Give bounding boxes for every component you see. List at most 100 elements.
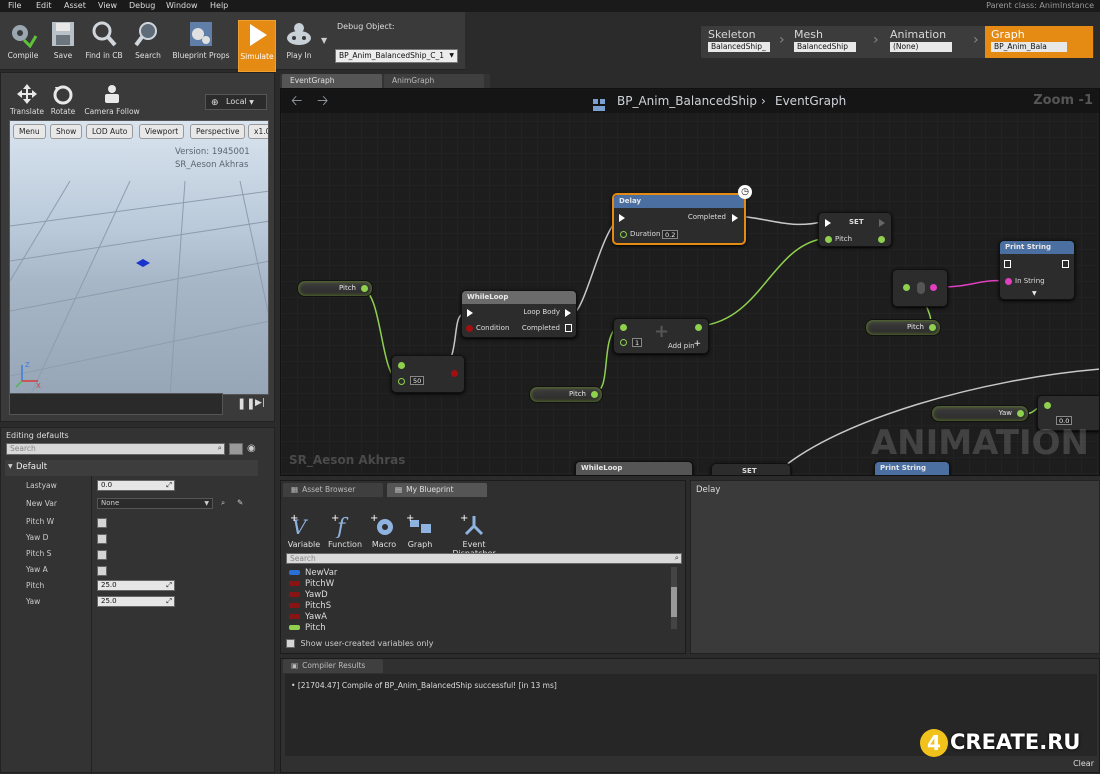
list-item[interactable]: PitchW	[289, 579, 334, 589]
output-pin[interactable]	[695, 324, 702, 331]
delay-node[interactable]: Delay Completed Duration 0.2 ◷	[612, 185, 752, 245]
pitch-input-pin[interactable]	[825, 236, 832, 243]
viewport-lod-button[interactable]: LOD Auto	[86, 124, 134, 139]
pitchw-checkbox[interactable]	[97, 518, 107, 528]
loop-body-pin[interactable]	[565, 309, 571, 317]
exec-input-pin[interactable]	[825, 219, 831, 227]
search-icon[interactable]: ⌕	[221, 498, 225, 508]
duration-field[interactable]: 0.2	[662, 230, 679, 239]
clear-button[interactable]: Clear	[1073, 759, 1094, 768]
back-arrow-icon[interactable]: 🡠	[291, 89, 302, 113]
bool-output-pin[interactable]	[451, 370, 458, 377]
search-button[interactable]: Search	[130, 20, 166, 72]
input-pin[interactable]	[398, 378, 405, 385]
blueprint-graph-canvas[interactable]: 🡠 🡢 BP_Anim_BalancedShip › EventGraph Zo…	[280, 88, 1100, 476]
step-forward-icon[interactable]: ▶|	[255, 398, 265, 408]
save-button[interactable]: Save	[46, 20, 80, 72]
rotate-tool[interactable]: Rotate	[49, 83, 77, 116]
tab-eventgraph[interactable]: EventGraph	[282, 74, 382, 88]
tab-compiler-results[interactable]: ▣ Compiler Results	[283, 659, 383, 673]
camera-follow-tool[interactable]: Camera Follow	[83, 83, 141, 116]
yaw-field[interactable]: 25.0 ⤢	[97, 596, 175, 607]
viewport-type-button[interactable]: Viewport	[139, 124, 185, 139]
whileloop-node-partial[interactable]: WhileLoop	[575, 461, 693, 475]
tab-my-blueprint[interactable]: ▤ My Blueprint	[387, 483, 487, 497]
add-value-field[interactable]: 1	[632, 338, 643, 347]
input-pin[interactable]	[620, 324, 627, 331]
menu-window[interactable]: Window	[166, 0, 198, 11]
variable-list-scrollbar[interactable]	[671, 567, 677, 629]
compile-button[interactable]: Compile	[4, 20, 42, 72]
menu-edit[interactable]: Edit	[36, 0, 52, 11]
pitch-field[interactable]: 25.0 ⤢	[97, 580, 175, 591]
exec-output-pin[interactable]	[1062, 260, 1069, 268]
graph-blueprint-name[interactable]: BP_Anim_BalancedShip	[617, 89, 757, 113]
exec-input-pin[interactable]	[467, 309, 473, 317]
pitch-output-pin[interactable]	[878, 236, 885, 243]
eyedropper-icon[interactable]: ✎	[237, 498, 243, 507]
completed-pin[interactable]	[732, 214, 738, 222]
get-pitch-node[interactable]: Pitch	[865, 319, 941, 336]
viewport-menu-button[interactable]: Menu	[13, 124, 46, 139]
add-graph-button[interactable]: + Graph	[405, 512, 435, 549]
mode-mesh[interactable]: Mesh BalancedShip	[788, 26, 874, 58]
list-item[interactable]: Pitch	[289, 623, 326, 633]
whileloop-node[interactable]: WhileLoop Condition Loop Body Completed	[461, 290, 577, 338]
list-item[interactable]: YawD	[289, 590, 328, 600]
menu-file[interactable]: File	[8, 0, 21, 11]
viewport-perspective-button[interactable]: Perspective	[190, 124, 246, 139]
input-pin[interactable]	[1044, 402, 1051, 409]
checkbox[interactable]	[286, 639, 295, 648]
input-pin[interactable]	[903, 284, 910, 291]
tab-asset-browser[interactable]: ▦ Asset Browser	[283, 483, 383, 497]
exec-output-pin[interactable]	[879, 219, 885, 227]
viewport-show-button[interactable]: Show	[50, 124, 83, 139]
get-pitch-node[interactable]: Pitch	[297, 280, 373, 297]
add-macro-button[interactable]: + Macro	[369, 512, 399, 549]
mode-animation[interactable]: Animation (None)	[884, 26, 980, 58]
debug-object-select[interactable]: BP_Anim_BalancedShip_C_1 ▼	[335, 49, 458, 63]
output-pin[interactable]	[1017, 410, 1024, 417]
add-function-button[interactable]: f + Function	[327, 512, 363, 549]
get-yaw-node[interactable]: Yaw	[931, 405, 1029, 422]
play-in-button[interactable]: Play In	[280, 20, 318, 72]
show-user-variables-toggle[interactable]: Show user-created variables only	[286, 639, 433, 648]
menu-asset[interactable]: Asset	[64, 0, 86, 11]
list-item[interactable]: PitchS	[289, 601, 331, 611]
add-event-dispatcher-button[interactable]: + Event Dispatcher	[441, 512, 507, 558]
find-in-cb-button[interactable]: Find in CB	[82, 20, 126, 72]
output-pin[interactable]	[591, 391, 598, 398]
in-string-pin[interactable]	[1005, 278, 1012, 285]
tab-animgraph[interactable]: AnimGraph	[384, 74, 484, 88]
viewport-speed-button[interactable]: x1.0	[248, 124, 268, 139]
conversion-node[interactable]	[892, 269, 948, 307]
coordinate-space-dropdown[interactable]: ⊕ Local ▼	[205, 94, 267, 110]
translate-tool[interactable]: Translate	[9, 83, 45, 116]
lastyaw-field[interactable]: 0.0 ⤢	[97, 480, 175, 491]
newvar-select[interactable]: None ▼	[97, 498, 213, 509]
compare-node[interactable]: 50	[391, 355, 465, 393]
input-pin[interactable]	[620, 339, 627, 346]
3d-viewport[interactable]: Menu Show LOD Auto Viewport Perspective …	[9, 120, 269, 395]
completed-pin[interactable]	[565, 324, 572, 332]
pause-icon[interactable]: ❚❚	[237, 397, 255, 410]
exec-input-pin[interactable]	[1004, 260, 1011, 268]
input-pin[interactable]	[398, 362, 405, 369]
details-search-input[interactable]: Search ⌕	[6, 443, 225, 455]
set-node-partial[interactable]: SET	[711, 463, 791, 475]
ship-mesh[interactable]	[136, 259, 150, 267]
mode-skeleton[interactable]: Skeleton BalancedShip_	[702, 26, 780, 58]
add-node[interactable]: 1 + Add pin +	[613, 318, 709, 354]
yawa-checkbox[interactable]	[97, 566, 107, 576]
mode-graph[interactable]: Graph BP_Anim_Bala	[985, 26, 1093, 58]
menu-help[interactable]: Help	[210, 0, 228, 11]
menu-view[interactable]: View	[98, 0, 117, 11]
yawd-checkbox[interactable]	[97, 534, 107, 544]
exec-input-pin[interactable]	[619, 214, 625, 222]
print-string-node[interactable]: Print String In String ▼	[999, 240, 1075, 300]
get-pitch-node[interactable]: Pitch	[529, 386, 603, 403]
compare-value-field[interactable]: 50	[410, 376, 425, 385]
output-pin[interactable]	[929, 324, 936, 331]
set-pitch-node[interactable]: SET Pitch	[818, 212, 892, 247]
list-item[interactable]: YawA	[289, 612, 327, 622]
